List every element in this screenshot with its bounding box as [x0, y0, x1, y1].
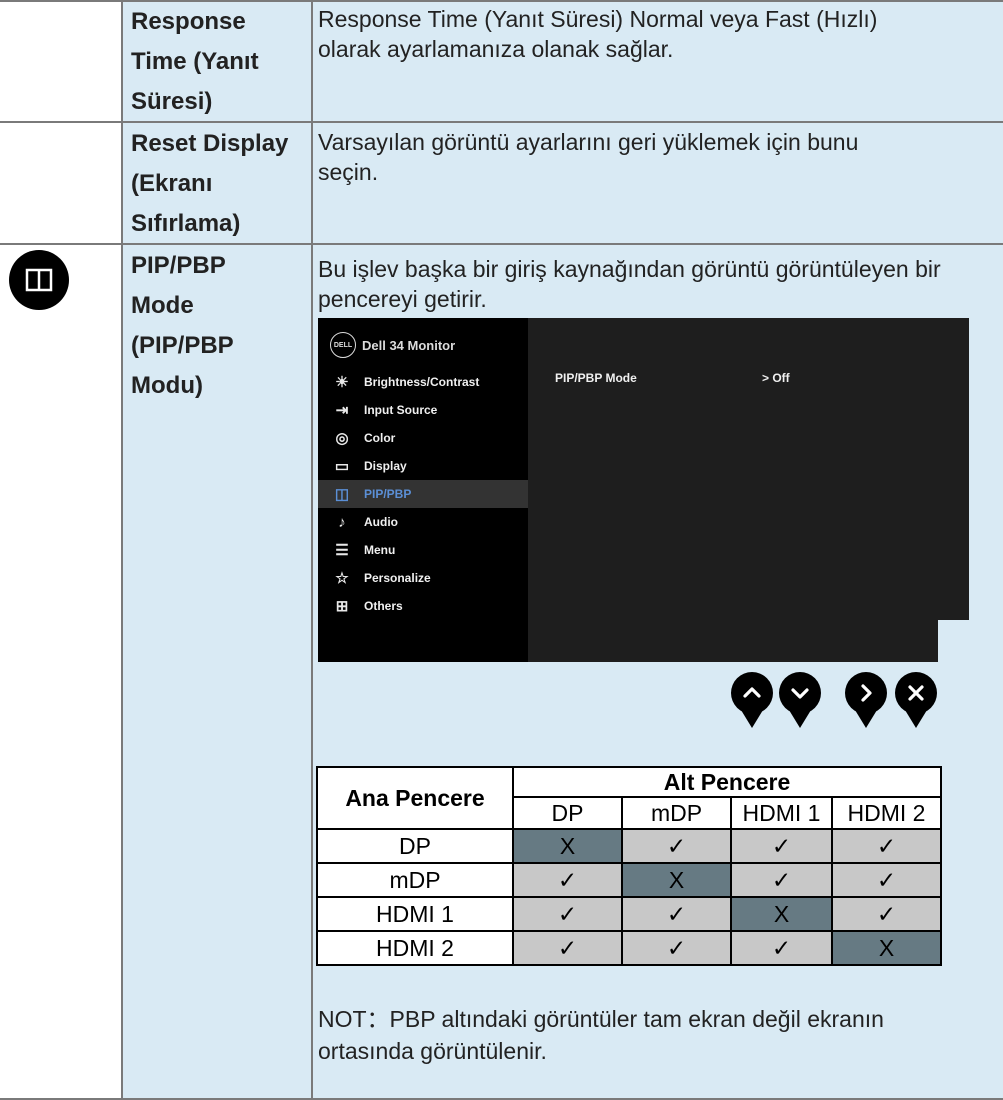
row-desc-reset-display: Varsayılan görüntü ayarlarını geri yükle… [318, 129, 859, 185]
row-header: DP [316, 828, 514, 864]
table-cell-check: ✓ [831, 896, 942, 932]
osd-menu-panel: DELL Dell 34 Monitor ☀ Brightness/Contras… [318, 318, 528, 662]
table-cell-check: ✓ [512, 930, 623, 966]
osd-menu-others[interactable]: ⊞ Others [318, 592, 528, 620]
chevron-up-icon [743, 687, 761, 698]
row-label-reset-display: Reset Display (Ekranı Sıfırlama) [131, 130, 289, 237]
table-cell-x: X [730, 896, 833, 932]
down-button[interactable] [779, 672, 821, 728]
table-cell-check: ✓ [831, 862, 942, 898]
col-header: DP [512, 796, 623, 830]
right-button[interactable] [845, 672, 887, 728]
table-cell-check: ✓ [730, 862, 833, 898]
others-icon: ⊞ [335, 598, 349, 615]
menu-icon: ☰ [335, 542, 349, 559]
row-desc-pip-pbp-mode: Bu işlev başka bir giriş kaynağından gör… [318, 256, 941, 312]
input-source-icon: ⇥ [335, 402, 349, 419]
osd-brand: DELL Dell 34 Monitor [330, 332, 455, 358]
osd-panel-notch [938, 620, 969, 662]
table-cell-x: X [621, 862, 732, 898]
col-header: HDMI 2 [831, 796, 942, 830]
row-header: HDMI 2 [316, 930, 514, 966]
table-row: mDP ✓ X ✓ ✓ [316, 862, 942, 898]
table-cell-check: ✓ [730, 828, 833, 864]
brightness-icon: ☀ [335, 374, 349, 391]
table-cell-check: ✓ [831, 828, 942, 864]
table-cell-check: ✓ [621, 896, 732, 932]
col-header: HDMI 1 [730, 796, 833, 830]
pip-pbp-icon [9, 250, 69, 310]
row-header: mDP [316, 862, 514, 898]
audio-icon: ♪ [338, 513, 346, 531]
sub-window-header: Alt Pencere [512, 766, 942, 798]
osd-menu-display[interactable]: ▭ Display [318, 452, 528, 480]
dell-logo: DELL [330, 332, 356, 358]
osd-option-label[interactable]: PIP/PBP Mode [555, 371, 637, 385]
osd-menu-menu[interactable]: ☰ Menu [318, 536, 528, 564]
osd-option-value[interactable]: > Off [762, 371, 790, 385]
close-button[interactable] [895, 672, 937, 728]
color-icon: ◎ [335, 430, 349, 447]
table-cell-check: ✓ [621, 828, 732, 864]
row-label-response-time: Response Time (Yanıt Süresi) [131, 8, 259, 115]
pip-pbp-icon: ◫ [334, 486, 350, 503]
osd-menu-pip-pbp[interactable]: ◫ PIP/PBP [318, 480, 528, 508]
col-header: mDP [621, 796, 732, 830]
table-row: HDMI 2 ✓ ✓ ✓ X [316, 930, 942, 966]
osd-menu-audio[interactable]: ♪ Audio [318, 508, 528, 536]
table-cell-x: X [512, 828, 623, 864]
table-row: HDMI 1 ✓ ✓ X ✓ [316, 896, 942, 932]
table-row: DP X ✓ ✓ ✓ [316, 828, 942, 864]
osd-option-panel: PIP/PBP Mode > Off [528, 318, 969, 662]
close-icon [908, 685, 924, 701]
personalize-icon: ☆ [335, 570, 349, 587]
chevron-down-icon [791, 688, 809, 699]
table-cell-check: ✓ [621, 930, 732, 966]
osd-menu-personalize[interactable]: ☆ Personalize [318, 564, 528, 592]
row-desc-response-time: Response Time (Yanıt Süresi) Normal veya… [318, 6, 878, 62]
up-button[interactable] [731, 672, 773, 728]
main-window-header: Ana Pencere [316, 766, 514, 830]
display-icon: ▭ [334, 458, 350, 475]
chevron-right-icon [861, 684, 872, 702]
table-cell-check: ✓ [512, 862, 623, 898]
osd-menu-brightness-contrast[interactable]: ☀ Brightness/Contrast [318, 368, 528, 396]
table-cell-x: X [831, 930, 942, 966]
pip-compat-table: Ana Pencere Alt Pencere DP mDP HDMI 1 HD… [316, 766, 942, 966]
table-cell-check: ✓ [730, 930, 833, 966]
row-header: HDMI 1 [316, 896, 514, 932]
row-label-pip-pbp-mode: PIP/PBP Mode (PIP/PBP Modu) [131, 252, 234, 399]
osd-title: Dell 34 Monitor [362, 337, 456, 353]
note-text: NOT：PBP altındaki görüntüler tam ekran d… [318, 1006, 884, 1064]
table-cell-check: ✓ [512, 896, 623, 932]
osd-menu-color[interactable]: ◎ Color [318, 424, 528, 452]
osd-menu-input-source[interactable]: ⇥ Input Source [318, 396, 528, 424]
